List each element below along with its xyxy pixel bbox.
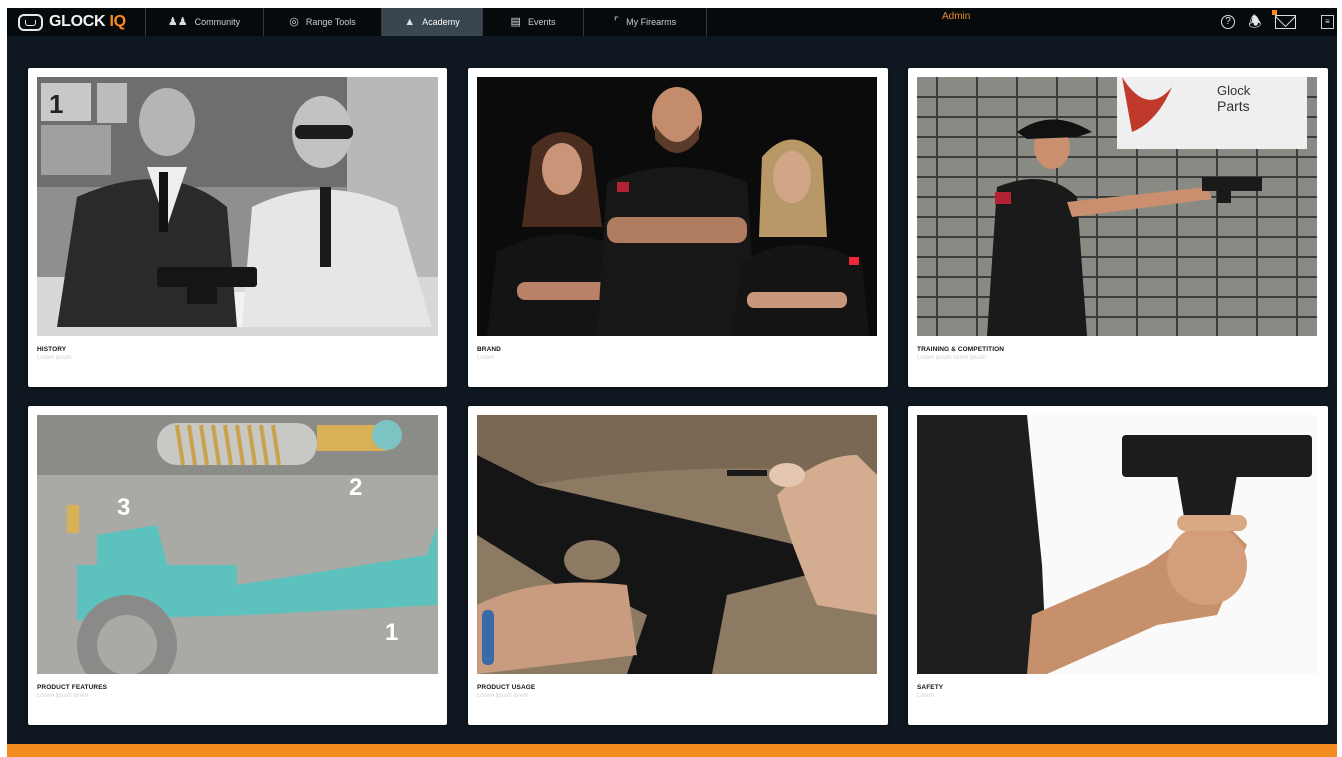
tab-range-tools-label: Range Tools <box>305 17 356 27</box>
card-product-features-title: PRODUCT FEATURES <box>37 684 108 691</box>
user-label[interactable]: Admin <box>942 11 970 22</box>
card-product-features[interactable]: 3 2 1 PRODUCT FEATURES Lorem ipsum lorem <box>28 406 447 725</box>
bell-icon[interactable]: 🕭 <box>1246 12 1264 32</box>
academy-app: GLOCK IQ ♟♟ Community ◎ Range Tools ▲ Ac… <box>7 8 1337 757</box>
card-history-title: HISTORY <box>37 346 67 353</box>
tab-my-firearms[interactable]: ⌜ My Firearms <box>584 8 707 36</box>
community-icon: ♟♟ <box>167 15 188 28</box>
sign-text-line-1: Glock <box>1217 83 1251 98</box>
marker-2: 2 <box>349 474 362 501</box>
product-usage-photo <box>477 415 877 674</box>
card-training-competition[interactable]: Glock Parts TRAINING & COMPETITION Lorem… <box>908 68 1328 387</box>
menu-icon[interactable]: ≡ <box>1320 12 1335 32</box>
target-icon: ◎ <box>289 15 299 28</box>
bottom-accent-bar <box>7 744 1337 757</box>
tab-academy[interactable]: ▲ Academy <box>382 8 483 36</box>
notification-dot <box>1272 10 1277 15</box>
card-safety-title: SAFETY <box>917 684 944 691</box>
glock-iq-logo[interactable]: GLOCK IQ <box>7 8 146 36</box>
card-brand[interactable]: BRAND Lorem <box>468 68 888 387</box>
svg-text:1: 1 <box>49 89 63 119</box>
tab-community[interactable]: ♟♟ Community <box>145 8 264 36</box>
brand-photo <box>477 77 877 336</box>
card-product-features-subtitle: Lorem ipsum lorem <box>37 693 89 699</box>
history-photo: 1 <box>37 77 438 336</box>
marker-1: 1 <box>385 619 398 646</box>
card-brand-subtitle: Lorem <box>477 355 495 361</box>
graduation-cap-icon: ▲ <box>404 15 416 28</box>
tab-events-label: Events <box>527 17 556 27</box>
training-competition-photo: Glock Parts <box>917 77 1317 336</box>
firearm-icon: ⌜ <box>613 15 620 28</box>
card-product-usage-title: PRODUCT USAGE <box>477 684 536 691</box>
tab-range-tools[interactable]: ◎ Range Tools <box>264 8 382 36</box>
top-navigation-bar: GLOCK IQ ♟♟ Community ◎ Range Tools ▲ Ac… <box>7 8 1337 36</box>
logo-mark-icon <box>18 13 43 31</box>
help-icon[interactable]: ? <box>1218 12 1238 32</box>
tab-academy-label: Academy <box>422 17 460 27</box>
logo-accent-text: IQ <box>109 13 126 30</box>
card-product-usage-subtitle: Lorem ipsum lorem <box>477 693 529 699</box>
card-safety-subtitle: Lorem <box>917 693 935 699</box>
mail-icon[interactable] <box>1272 10 1297 32</box>
logo-main-text: GLOCK <box>49 13 106 30</box>
card-safety[interactable]: SAFETY Lorem <box>908 406 1328 725</box>
tab-community-label: Community <box>194 17 241 27</box>
marker-3: 3 <box>117 494 130 521</box>
calendar-icon: ▤ <box>510 15 521 28</box>
logo-text: GLOCK IQ <box>49 13 126 31</box>
product-features-photo: 3 2 1 <box>37 415 438 674</box>
tab-events[interactable]: ▤ Events <box>483 8 584 36</box>
tab-my-firearms-label: My Firearms <box>626 17 677 27</box>
safety-photo <box>917 415 1317 674</box>
card-training-competition-subtitle: Lorem ipsum lorem ipsum <box>917 355 987 361</box>
card-brand-title: BRAND <box>477 346 501 353</box>
card-history[interactable]: 1 HISTORY Lorem ipsum <box>28 68 447 387</box>
sign-text-line-2: Parts <box>1217 98 1250 114</box>
card-product-usage[interactable]: PRODUCT USAGE Lorem ipsum lorem <box>468 406 888 725</box>
card-training-competition-title: TRAINING & COMPETITION <box>917 346 1005 353</box>
card-history-subtitle: Lorem ipsum <box>37 355 72 361</box>
